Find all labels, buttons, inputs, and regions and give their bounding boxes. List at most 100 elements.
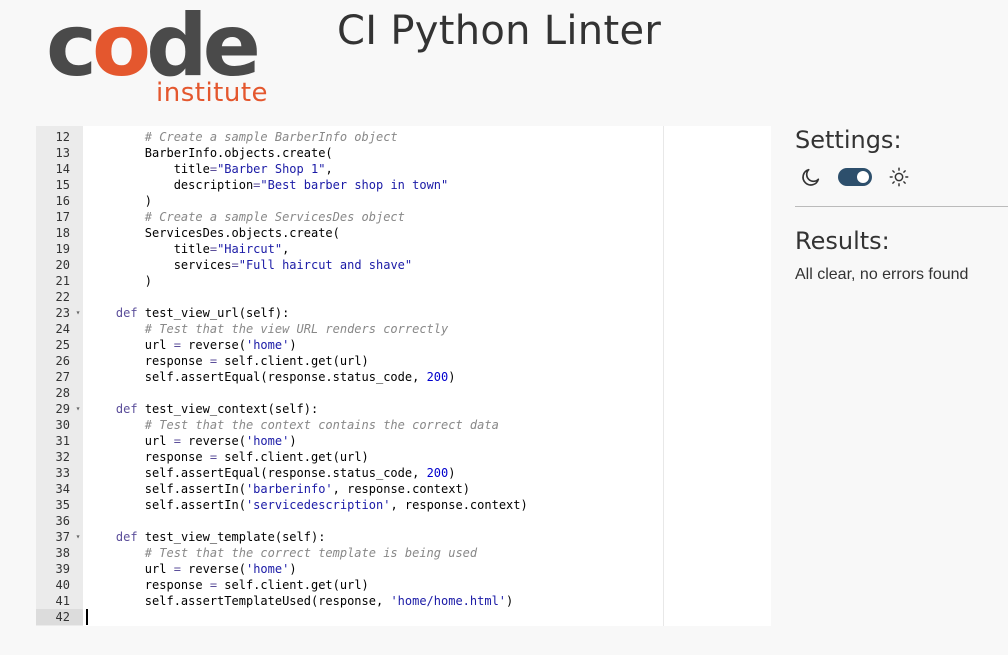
code-line[interactable]: 30 # Test that the context contains the …	[36, 417, 771, 433]
code-token: url	[87, 562, 174, 576]
code-line[interactable]: 25 url = reverse('home')	[36, 337, 771, 353]
code-line[interactable]: 13 BarberInfo.objects.create(	[36, 145, 771, 161]
line-number: 30	[55, 418, 70, 432]
code-token: def	[115, 306, 138, 320]
code-token: url	[87, 338, 174, 352]
code-line[interactable]: 26 response = self.client.get(url)	[36, 353, 771, 369]
line-number: 36	[55, 514, 70, 528]
code-line[interactable]: 38 # Test that the correct template is b…	[36, 545, 771, 561]
line-number: 31	[55, 434, 70, 448]
code-line[interactable]: 21 )	[36, 273, 771, 289]
code-line[interactable]: 39 url = reverse('home')	[36, 561, 771, 577]
code-line[interactable]: 23 ▾ def test_view_url(self):	[36, 305, 771, 321]
code-line[interactable]: 42	[36, 609, 771, 625]
code-token: ServicesDes.objects.create(	[87, 226, 340, 240]
code-line[interactable]: 18 ServicesDes.objects.create(	[36, 225, 771, 241]
sun-icon[interactable]	[888, 166, 910, 188]
code-line[interactable]: 19 title="Haircut",	[36, 241, 771, 257]
line-number: 39	[55, 562, 70, 576]
line-number: 41	[55, 594, 70, 608]
code-line[interactable]: 22	[36, 289, 771, 305]
line-number: 38	[55, 546, 70, 560]
code-text: def test_view_context(self):	[87, 401, 318, 417]
code-token: reverse(	[180, 338, 246, 352]
theme-toggle[interactable]	[838, 168, 872, 186]
code-token: =	[209, 354, 218, 368]
code-text: url = reverse('home')	[87, 561, 297, 577]
line-number: 18	[55, 226, 70, 240]
code-line[interactable]: 40 response = self.client.get(url)	[36, 577, 771, 593]
code-token: description	[87, 178, 254, 192]
code-token: =	[231, 258, 239, 272]
code-token: 'home'	[245, 338, 290, 352]
code-text: self.assertIn('servicedescription', resp…	[87, 497, 528, 513]
line-number: 34	[55, 482, 70, 496]
code-line[interactable]: 37 ▾ def test_view_template(self):	[36, 529, 771, 545]
code-line[interactable]: 28	[36, 385, 771, 401]
code-token: # Create a sample ServicesDes object	[144, 210, 405, 224]
line-number: 40	[55, 578, 70, 592]
code-text: ServicesDes.objects.create(	[87, 225, 340, 241]
code-token: 'servicedescription'	[245, 498, 391, 512]
code-token: self.client.get(url)	[217, 578, 369, 592]
code-line[interactable]: 12 # Create a sample BarberInfo object	[36, 129, 771, 145]
line-number: 35	[55, 498, 70, 512]
code-text: # Test that the correct template is bein…	[87, 545, 477, 561]
line-number: 32	[55, 450, 70, 464]
line-number: 22	[55, 290, 70, 304]
code-text: # Test that the view URL renders correct…	[87, 321, 448, 337]
code-token: ,	[325, 162, 333, 176]
logo-word-institute: institute	[156, 78, 269, 108]
code-line[interactable]: 36	[36, 513, 771, 529]
fold-arrow-icon[interactable]: ▾	[74, 305, 82, 321]
code-line[interactable]: 17 # Create a sample ServicesDes object	[36, 209, 771, 225]
moon-icon[interactable]	[800, 166, 822, 188]
code-token: 200	[426, 370, 449, 384]
code-line[interactable]: 33 self.assertEqual(response.status_code…	[36, 465, 771, 481]
code-line[interactable]: 24 # Test that the view URL renders corr…	[36, 321, 771, 337]
code-token: =	[209, 242, 218, 256]
code-text: self.assertEqual(response.status_code, 2…	[87, 369, 456, 385]
code-token: =	[173, 562, 181, 576]
code-line[interactable]: 27 self.assertEqual(response.status_code…	[36, 369, 771, 385]
code-token: response	[87, 450, 210, 464]
code-token: title	[87, 242, 210, 256]
code-token: self.assertIn(	[87, 482, 246, 496]
code-line[interactable]: 35 self.assertIn('servicedescription', r…	[36, 497, 771, 513]
code-line[interactable]: 16 )	[36, 193, 771, 209]
code-editor[interactable]: 12 # Create a sample BarberInfo object 13…	[36, 126, 771, 626]
code-token: services	[87, 258, 232, 272]
code-line[interactable]: 31 url = reverse('home')	[36, 433, 771, 449]
code-line[interactable]: 15 description="Best barber shop in town…	[36, 177, 771, 193]
code-text: url = reverse('home')	[87, 433, 297, 449]
code-token: url	[87, 434, 174, 448]
code-text: def test_view_url(self):	[87, 305, 289, 321]
code-token: ,	[282, 242, 290, 256]
code-token: self.client.get(url)	[217, 354, 369, 368]
code-institute-logo: code institute	[46, 0, 270, 108]
code-token: # Test that the context contains the cor…	[144, 418, 499, 432]
code-token: reverse(	[180, 434, 246, 448]
code-token: =	[173, 434, 181, 448]
code-line[interactable]: 20 services="Full haircut and shave"	[36, 257, 771, 273]
code-line[interactable]: 29 ▾ def test_view_context(self):	[36, 401, 771, 417]
code-line[interactable]: 32 response = self.client.get(url)	[36, 449, 771, 465]
code-text: response = self.client.get(url)	[87, 353, 369, 369]
code-line[interactable]: 41 self.assertTemplateUsed(response, 'ho…	[36, 593, 771, 609]
fold-arrow-icon[interactable]: ▾	[74, 401, 82, 417]
code-lines[interactable]: 12 # Create a sample BarberInfo object 13…	[36, 129, 771, 625]
code-token: reverse(	[180, 562, 246, 576]
fold-arrow-icon[interactable]: ▾	[74, 529, 82, 545]
code-token: "Best barber shop in town"	[260, 178, 449, 192]
code-token: )	[289, 338, 297, 352]
code-line[interactable]: 34 self.assertIn('barberinfo', response.…	[36, 481, 771, 497]
code-token: # Test that the view URL renders correct…	[144, 322, 449, 336]
line-number: 25	[55, 338, 70, 352]
code-token: =	[209, 450, 218, 464]
code-line[interactable]: 14 title="Barber Shop 1",	[36, 161, 771, 177]
